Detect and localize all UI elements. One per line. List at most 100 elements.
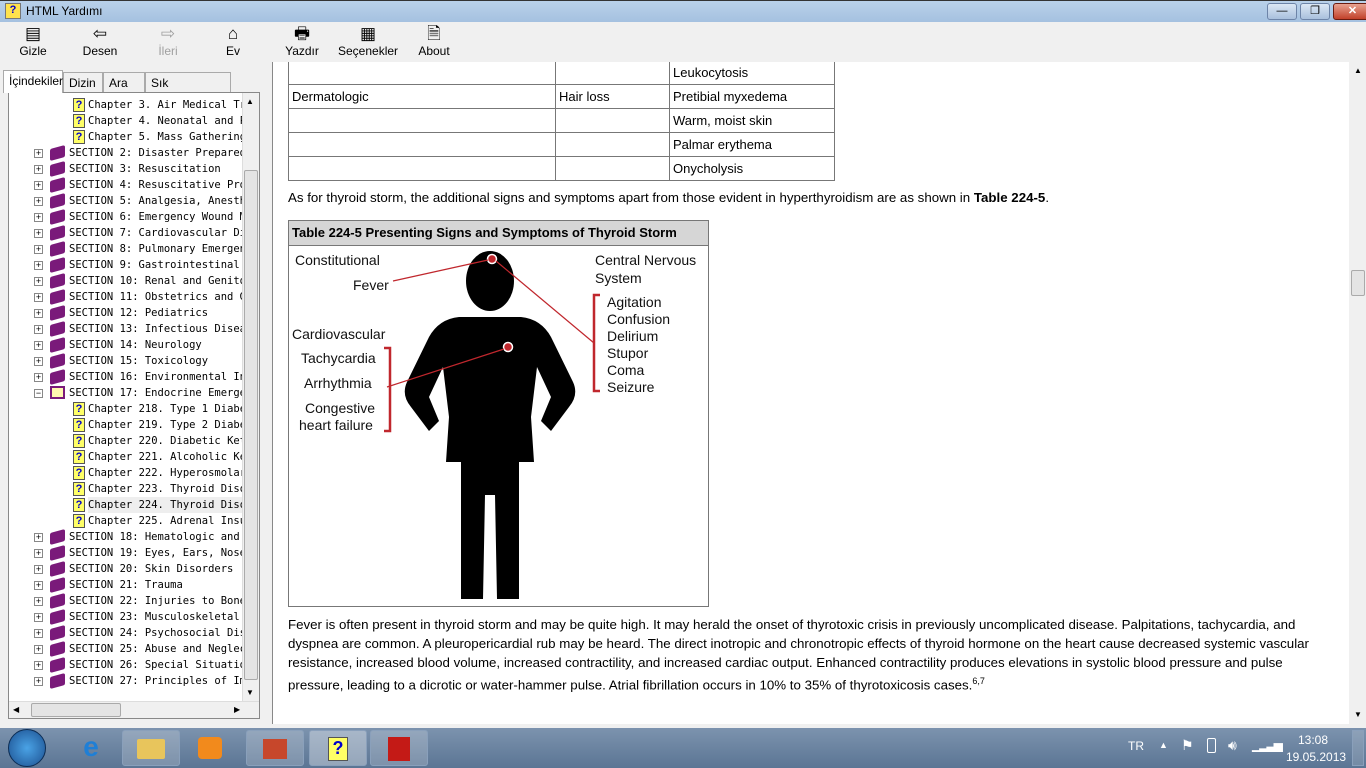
tree-section-item[interactable]: + SECTION 5: Analgesia, Anesth — [9, 193, 242, 209]
tree-section-item[interactable]: + SECTION 27: Principles of Im — [9, 673, 242, 689]
tree-section-item[interactable]: + SECTION 11: Obstetrics and G — [9, 289, 242, 305]
scroll-left-arrow[interactable]: ◀ — [13, 705, 19, 714]
tab-2[interactable]: Ara — [103, 72, 145, 92]
media-player-taskbar-button[interactable] — [182, 730, 240, 766]
language-indicator[interactable]: TR — [1128, 739, 1144, 753]
scroll-thumb[interactable] — [1351, 270, 1365, 296]
tree-section-item[interactable]: + SECTION 9: Gastrointestinal I — [9, 257, 242, 273]
tree-chapter-item[interactable]: ? Chapter 225. Adrenal Insu — [9, 513, 242, 529]
minimize-button[interactable]: — — [1267, 3, 1297, 20]
tree-section-item[interactable]: + SECTION 18: Hematologic and — [9, 529, 242, 545]
expand-icon[interactable]: + — [34, 549, 43, 558]
about-button[interactable]: 🗎 About — [404, 24, 464, 58]
desen-button[interactable]: ⇦ Desen — [70, 24, 130, 58]
expand-icon[interactable]: + — [34, 629, 43, 638]
file-explorer-taskbar-button[interactable] — [122, 730, 180, 766]
scroll-down-arrow[interactable]: ▼ — [1354, 710, 1362, 719]
network-signal-icon[interactable]: ▁▂▃▅ — [1252, 738, 1283, 752]
tree-section-item[interactable]: + SECTION 25: Abuse and Neglec — [9, 641, 242, 657]
expand-icon[interactable]: + — [34, 261, 43, 270]
scroll-right-arrow[interactable]: ▶ — [234, 705, 240, 714]
tab-1[interactable]: Dizin — [63, 72, 103, 92]
tree-section-item[interactable]: + SECTION 12: Pediatrics — [9, 305, 242, 321]
tree-section-item[interactable]: + SECTION 23: Musculoskeletal I — [9, 609, 242, 625]
citation-superscript[interactable]: 6,7 — [972, 676, 985, 686]
expand-icon[interactable]: + — [34, 229, 43, 238]
tree-section-item[interactable]: + SECTION 10: Renal and Genito — [9, 273, 242, 289]
tree-section-item[interactable]: + SECTION 21: Trauma — [9, 577, 242, 593]
tree-chapter-item[interactable]: ? Chapter 222. Hyperosmolar — [9, 465, 242, 481]
tree-chapter-item[interactable]: ? Chapter 219. Type 2 Diabe — [9, 417, 242, 433]
tree-chapter-item[interactable]: ? Chapter 220. Diabetic Ket — [9, 433, 242, 449]
tree-chapter-item[interactable]: ? Chapter 218. Type 1 Diabe — [9, 401, 242, 417]
scroll-up-arrow[interactable]: ▲ — [1354, 66, 1362, 75]
battery-icon[interactable] — [1207, 738, 1216, 753]
tree-chapter-item[interactable]: ? Chapter 221. Alcoholic Ke — [9, 449, 242, 465]
expand-icon[interactable]: + — [34, 197, 43, 206]
expand-icon[interactable]: + — [34, 213, 43, 222]
expand-icon[interactable]: + — [34, 149, 43, 158]
restore-button[interactable]: ❐ — [1300, 3, 1330, 20]
tree-chapter-item[interactable]: ? Chapter 3. Air Medical Tr — [9, 97, 242, 113]
expand-icon[interactable]: + — [34, 645, 43, 654]
clock-time[interactable]: 13:08 — [1298, 733, 1328, 747]
gizle-button[interactable]: ▤ Gizle — [3, 24, 63, 58]
expand-icon[interactable]: + — [34, 341, 43, 350]
expand-icon[interactable]: + — [34, 597, 43, 606]
scroll-up-arrow[interactable]: ▲ — [246, 97, 254, 106]
pdf-reader-taskbar-button[interactable] — [370, 730, 428, 766]
seçenekler-button[interactable]: ▦ Seçenekler — [338, 24, 398, 58]
tree-chapter-item[interactable]: ? Chapter 223. Thyroid Diso — [9, 481, 242, 497]
tree-section-item[interactable]: + SECTION 14: Neurology — [9, 337, 242, 353]
tree-section-item[interactable]: + SECTION 20: Skin Disorders — [9, 561, 242, 577]
tree-chapter-item[interactable]: ? Chapter 4. Neonatal and P — [9, 113, 242, 129]
start-button[interactable] — [8, 729, 46, 767]
expand-icon[interactable]: + — [34, 245, 43, 254]
ev-button[interactable]: ⌂ Ev — [203, 24, 263, 58]
tab-3[interactable]: Sık Kullanılanlar — [145, 72, 231, 104]
tree-section-item[interactable]: − SECTION 17: Endocrine Emerge — [9, 385, 242, 401]
show-hidden-icons-icon[interactable]: ▲ — [1159, 740, 1168, 750]
expand-icon[interactable]: + — [34, 309, 43, 318]
expand-icon[interactable]: + — [34, 677, 43, 686]
expand-icon[interactable]: + — [34, 373, 43, 382]
contents-tree[interactable]: ? Chapter 3. Air Medical Tr? Chapter 4. Ne… — [8, 92, 260, 719]
expand-icon[interactable]: + — [34, 181, 43, 190]
tree-section-item[interactable]: + SECTION 8: Pulmonary Emergen — [9, 241, 242, 257]
scroll-thumb[interactable] — [244, 170, 258, 680]
tree-horizontal-scrollbar[interactable]: ◀ ▶ — [9, 701, 259, 718]
expand-icon[interactable]: + — [34, 581, 43, 590]
tree-section-item[interactable]: + SECTION 26: Special Situatio — [9, 657, 242, 673]
show-desktop-button[interactable] — [1352, 730, 1364, 766]
powerpoint-taskbar-button[interactable] — [246, 730, 304, 766]
tree-section-item[interactable]: + SECTION 13: Infectious Disea — [9, 321, 242, 337]
tree-vertical-scrollbar[interactable]: ▲ ▼ — [242, 93, 259, 702]
expand-icon[interactable]: + — [34, 565, 43, 574]
tree-section-item[interactable]: + SECTION 6: Emergency Wound M — [9, 209, 242, 225]
action-center-flag-icon[interactable]: ⚑ — [1181, 737, 1194, 754]
expand-icon[interactable]: + — [34, 165, 43, 174]
expand-icon[interactable]: + — [34, 325, 43, 334]
html-help-taskbar-button[interactable]: ? — [309, 730, 367, 766]
expand-icon[interactable]: + — [34, 661, 43, 670]
tree-section-item[interactable]: + SECTION 15: Toxicology — [9, 353, 242, 369]
tree-section-item[interactable]: + SECTION 19: Eyes, Ears, Nose, — [9, 545, 242, 561]
collapse-icon[interactable]: − — [34, 389, 43, 398]
yazdır-button[interactable]: 🖶 Yazdır — [272, 24, 332, 58]
tree-chapter-item[interactable]: ? Chapter 5. Mass Gathering — [9, 129, 242, 145]
expand-icon[interactable]: + — [34, 613, 43, 622]
tab-0[interactable]: İçindekiler — [3, 70, 63, 93]
expand-icon[interactable]: + — [34, 357, 43, 366]
expand-icon[interactable]: + — [34, 293, 43, 302]
close-button[interactable]: ✕ — [1333, 3, 1366, 20]
volume-icon[interactable]: 🔊︎ — [1228, 737, 1237, 754]
internet-explorer-taskbar-button[interactable]: e — [62, 730, 120, 766]
tree-section-item[interactable]: + SECTION 24: Psychosocial Dis — [9, 625, 242, 641]
content-vertical-scrollbar[interactable]: ▲ ▼ — [1349, 62, 1366, 724]
expand-icon[interactable]: + — [34, 533, 43, 542]
tree-section-item[interactable]: + SECTION 7: Cardiovascular Di — [9, 225, 242, 241]
tree-section-item[interactable]: + SECTION 2: Disaster Prepared — [9, 145, 242, 161]
tree-section-item[interactable]: + SECTION 16: Environmental In — [9, 369, 242, 385]
clock-date[interactable]: 19.05.2013 — [1286, 750, 1346, 764]
expand-icon[interactable]: + — [34, 277, 43, 286]
